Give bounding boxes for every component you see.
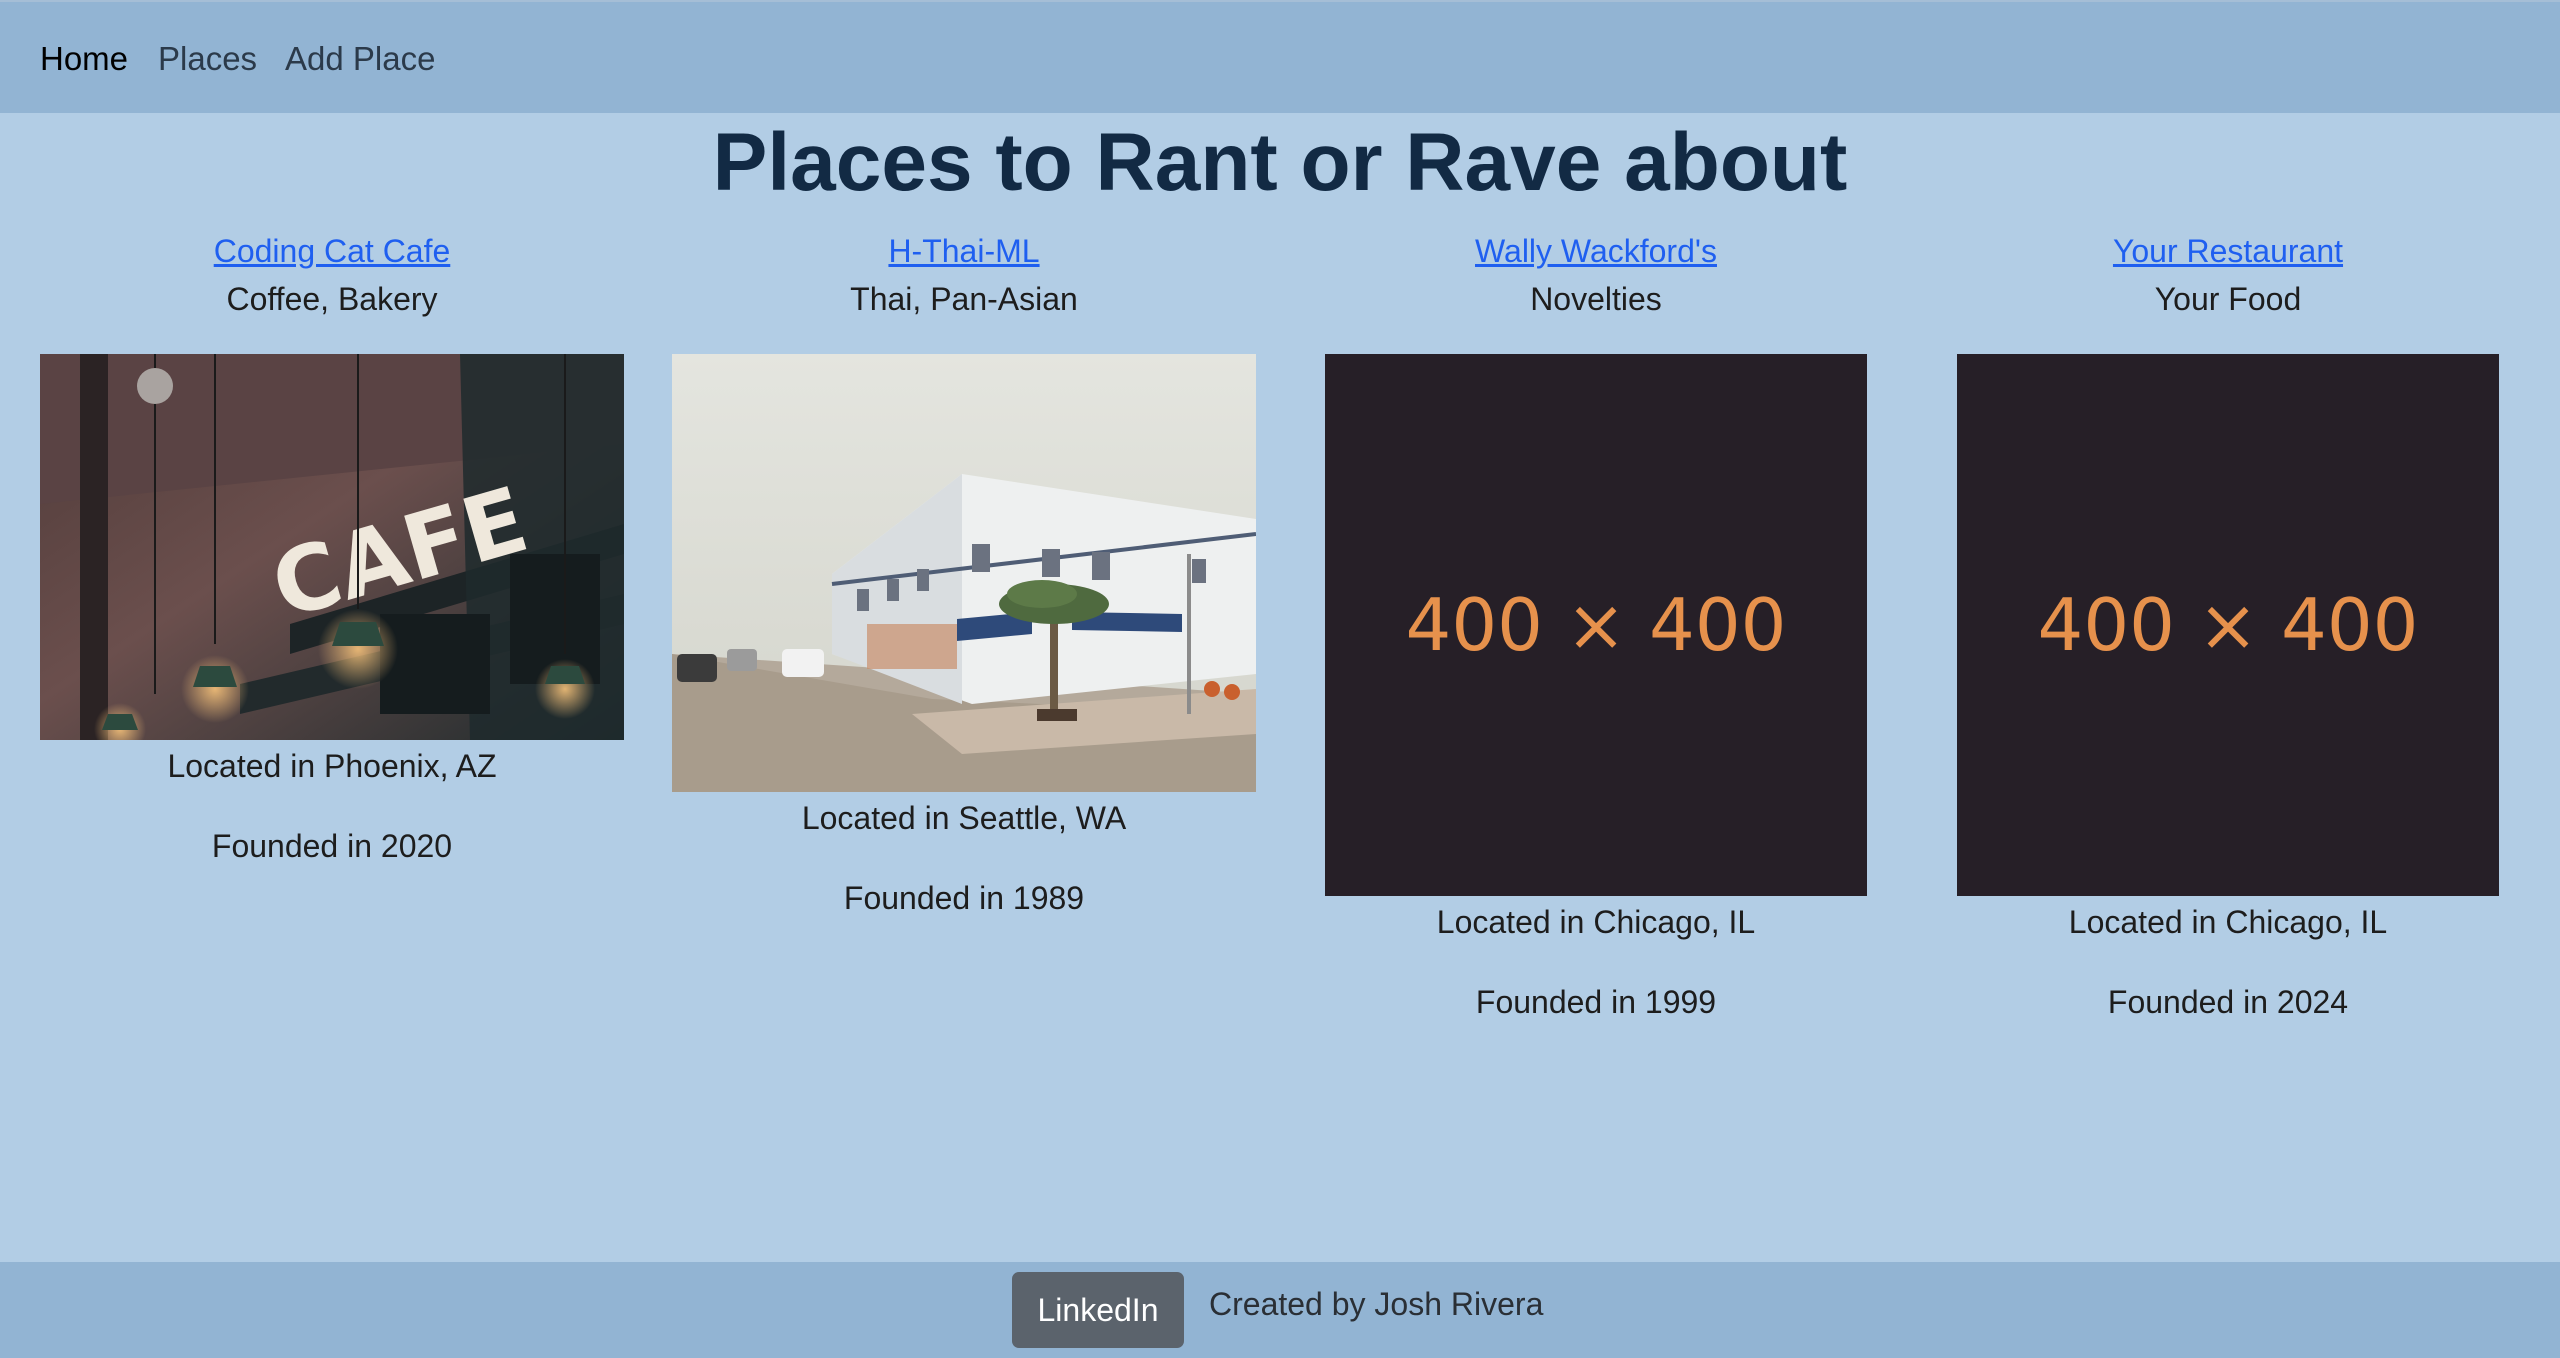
street-photo (672, 354, 1256, 792)
cafe-photo: CAFE (40, 354, 624, 740)
place-card: Your Restaurant Your Food 400 × 400 Loca… (1957, 230, 2499, 1020)
place-founded: Founded in 1989 (843, 880, 1085, 916)
created-by-text: Created by Josh Rivera (1209, 1286, 1544, 1322)
placeholder-image: 400 × 400 (1957, 354, 2499, 896)
place-cuisines: Coffee, Bakery (226, 281, 438, 317)
place-name-link[interactable]: Wally Wackford's (1325, 230, 1867, 272)
placeholder-dimensions: 400 × 400 (2037, 583, 2419, 667)
place-card: H-Thai-ML Thai, Pan-Asian Located in Sea… (672, 230, 1256, 916)
placeholder-dimensions: 400 × 400 (1405, 583, 1787, 667)
placeholder-image: 400 × 400 (1325, 354, 1867, 896)
footer: LinkedIn Created by Josh Rivera (0, 1262, 2560, 1358)
place-founded: Founded in 2024 (2107, 984, 2349, 1020)
place-card: Coding Cat Cafe Coffee, Bakery CAFE Loca… (40, 230, 624, 864)
place-name-link[interactable]: Your Restaurant (1957, 230, 2499, 272)
place-name-link[interactable]: H-Thai-ML (672, 230, 1256, 272)
linkedin-button[interactable]: LinkedIn (1012, 1272, 1184, 1348)
nav-home-link[interactable]: Home (40, 39, 128, 79)
place-cuisines: Thai, Pan-Asian (850, 281, 1078, 317)
place-founded: Founded in 1999 (1475, 984, 1717, 1020)
place-cuisines: Your Food (2154, 281, 2302, 317)
place-location: Located in Chicago, IL (2068, 904, 2388, 940)
nav-places-link[interactable]: Places (158, 39, 257, 79)
place-location: Located in Seattle, WA (801, 800, 1127, 836)
page-title: Places to Rant or Rave about (712, 117, 1848, 208)
place-founded: Founded in 2020 (211, 828, 453, 864)
top-navbar: Home Places Add Place (0, 0, 2560, 113)
place-card: Wally Wackford's Novelties 400 × 400 Loc… (1325, 230, 1867, 1020)
nav-add-place-link[interactable]: Add Place (285, 39, 435, 79)
place-location: Located in Phoenix, AZ (167, 748, 497, 784)
place-cuisines: Novelties (1530, 281, 1662, 317)
place-name-link[interactable]: Coding Cat Cafe (40, 230, 624, 272)
place-location: Located in Chicago, IL (1436, 904, 1756, 940)
